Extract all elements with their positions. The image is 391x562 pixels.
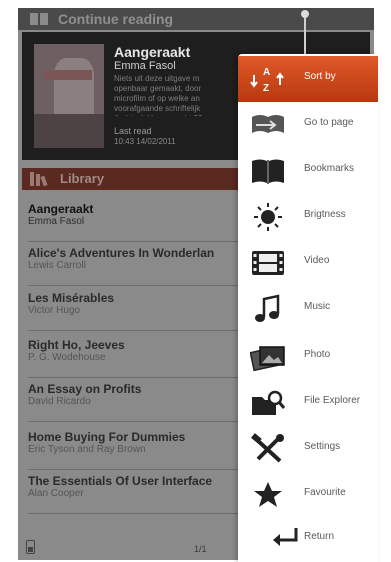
music-note-icon	[255, 294, 280, 322]
battery-icon	[26, 540, 35, 554]
library-book-title: An Essay on Profits	[28, 382, 142, 396]
menu-item-settings[interactable]: Settings	[238, 426, 378, 472]
folder-search-icon	[252, 390, 286, 415]
photo-icon	[250, 346, 285, 372]
library-book-title: Right Ho, Jeeves	[28, 338, 125, 352]
menu-pin-icon	[300, 10, 310, 58]
sort-az-icon: A Z	[250, 67, 284, 94]
menu-item-label: Sort by	[304, 71, 336, 82]
library-book-author: Victor Hugo	[28, 305, 81, 316]
menu-item-photo[interactable]: Photo	[238, 334, 378, 380]
current-book-author: Emma Fasol	[114, 60, 176, 72]
last-read-label: Last read	[114, 126, 152, 136]
menu-item-label: Brigtness	[304, 209, 346, 220]
settings-tools-icon	[251, 433, 284, 463]
menu-item-favourite[interactable]: Favourite	[238, 472, 378, 518]
library-book-author: David Ricardo	[28, 396, 91, 407]
menu-item-bookmarks[interactable]: Bookmarks	[238, 148, 378, 194]
bookmarks-icon	[252, 159, 284, 184]
return-label: Return	[304, 531, 335, 542]
menu-item-file-explorer[interactable]: File Explorer	[238, 380, 378, 426]
continue-reading-title: Continue reading	[58, 11, 174, 27]
book-cover[interactable]	[34, 44, 104, 148]
library-book-author: Alan Cooper	[28, 488, 84, 499]
svg-text:Z: Z	[263, 83, 269, 94]
menu-item-label: Video	[304, 255, 330, 266]
last-read-date: 10:43 14/02/2011	[114, 137, 176, 146]
menu-item-label: Photo	[304, 349, 331, 360]
library-book-title: Home Buying For Dummies	[28, 430, 186, 444]
star-icon	[254, 482, 282, 507]
menu-item-label: Favourite	[304, 487, 346, 498]
menu-item-label: Music	[304, 301, 331, 312]
page-indicator: 1/1	[194, 544, 207, 554]
library-book-author: Lewis Carroll	[28, 260, 86, 271]
svg-text:A: A	[263, 67, 270, 78]
menu-item-label: Settings	[304, 441, 341, 452]
library-title: Library	[60, 171, 105, 186]
menu-item-sort-by[interactable]: A Z Sort by	[238, 56, 378, 102]
return-button[interactable]: Return	[238, 518, 378, 558]
library-book-author: Emma Fasol	[28, 216, 85, 227]
menu-item-music[interactable]: Music	[238, 286, 378, 332]
current-book-description: Niets uit deze uitgave m openbaar gemaak…	[114, 74, 203, 116]
go-to-page-icon	[252, 115, 284, 133]
menu-item-label: Go to page	[304, 117, 354, 128]
continue-reading-header: Continue reading	[18, 8, 374, 30]
menu-item-go-to-page[interactable]: Go to page	[238, 102, 378, 148]
menu-item-label: Bookmarks	[304, 163, 355, 174]
library-book-author: P. G. Wodehouse	[28, 352, 106, 363]
menu-item-video[interactable]: Video	[238, 240, 378, 286]
current-book-title: Aangeraakt	[114, 44, 191, 60]
book-open-icon	[30, 13, 48, 25]
library-book-author: Eric Tyson and Ray Brown	[28, 444, 146, 455]
video-film-icon	[252, 251, 284, 275]
library-book-title: The Essentials Of User Interface	[28, 474, 213, 488]
brightness-icon	[254, 203, 282, 231]
menu-item-brightness[interactable]: Brigtness	[238, 194, 378, 240]
menu-item-label: File Explorer	[304, 395, 361, 406]
options-menu: A Z Sort by Go to page Bookmarks Brigtne…	[238, 54, 378, 562]
library-book-title: Les Misérables	[28, 291, 115, 305]
return-arrow-icon	[273, 528, 298, 546]
library-books-icon	[30, 172, 50, 187]
library-book-title: Aangeraakt	[28, 202, 94, 216]
library-book-title: Alice's Adventures In Wonderlan	[28, 246, 215, 260]
